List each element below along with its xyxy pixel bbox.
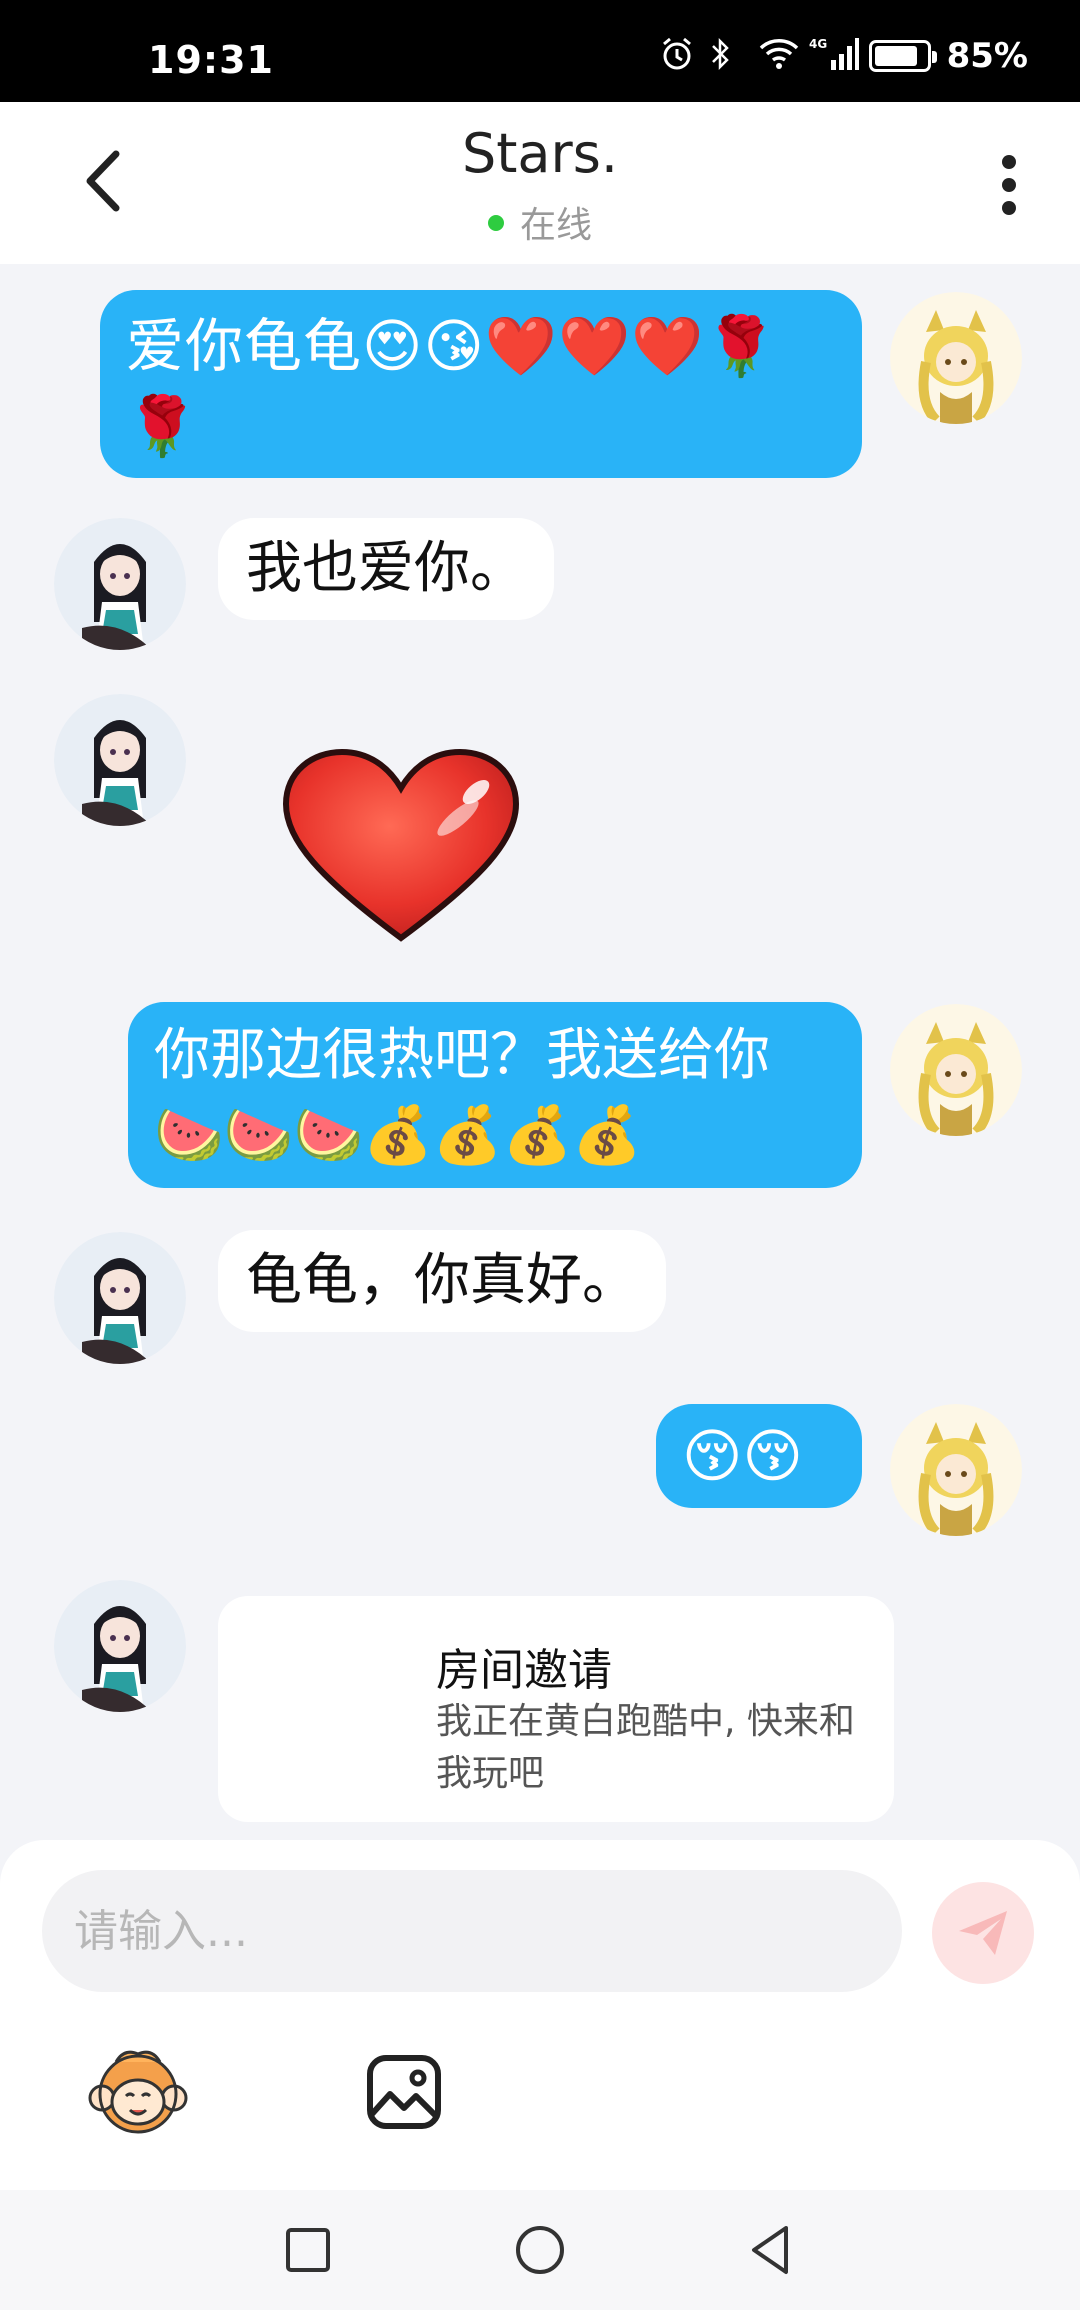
message-bubble-incoming[interactable]: 我也爱你。 xyxy=(218,518,554,620)
status-bar: 19:31 4G 85% xyxy=(0,0,1080,102)
alarm-icon xyxy=(659,36,699,76)
message-text: 龟龟，你真好。 xyxy=(246,1248,638,1313)
circle-icon xyxy=(516,2226,564,2274)
invite-title: 房间邀请 xyxy=(436,1645,612,1696)
invite-description: 我正在黄白跑酷中, 快来和我玩吧 xyxy=(436,1701,855,1794)
room-invite-card[interactable]: 房间邀请 我正在黄白跑酷中, 快来和我玩吧 xyxy=(218,1596,894,1822)
heart-icon xyxy=(282,748,520,942)
heart-sticker[interactable] xyxy=(280,748,522,948)
recents-button[interactable] xyxy=(278,2220,338,2280)
chat-header: Stars. 在线 xyxy=(0,102,1080,264)
image-button[interactable] xyxy=(352,2040,456,2144)
svg-text:4G: 4G xyxy=(809,37,827,51)
contact-avatar[interactable] xyxy=(54,1580,186,1712)
message-composer xyxy=(0,1840,1080,2190)
home-button[interactable] xyxy=(510,2220,570,2280)
battery-icon xyxy=(868,40,937,72)
my-avatar[interactable] xyxy=(890,1004,1022,1136)
status-time: 19:31 xyxy=(148,38,274,82)
message-text: 😚😚 xyxy=(682,1422,803,1490)
my-avatar[interactable] xyxy=(890,292,1022,424)
back-nav-button[interactable] xyxy=(742,2220,802,2280)
message-bubble-outgoing[interactable]: 😚😚 xyxy=(656,1404,862,1508)
monkey-sticker-icon xyxy=(88,2050,188,2134)
chat-title: Stars. xyxy=(461,122,619,185)
contact-avatar[interactable] xyxy=(54,518,186,650)
message-input[interactable] xyxy=(42,1870,902,1992)
wifi-icon xyxy=(759,36,799,76)
square-icon xyxy=(286,2228,330,2272)
message-bubble-incoming[interactable]: 龟龟，你真好。 xyxy=(218,1230,666,1332)
contact-avatar[interactable] xyxy=(54,1232,186,1364)
sticker-button[interactable] xyxy=(86,2040,190,2144)
message-bubble-outgoing[interactable]: 爱你龟龟😍😘❤️❤️❤️🌹🌹 xyxy=(100,290,862,478)
system-nav-bar xyxy=(0,2190,1080,2310)
message-text: 我也爱你。 xyxy=(246,536,526,601)
message-text: 爱你龟龟😍😘❤️❤️❤️🌹🌹 xyxy=(126,312,778,460)
message-bubble-outgoing[interactable]: 你那边很热吧？我送给你🍉🍉🍉💰💰💰💰 xyxy=(128,1002,862,1188)
contact-avatar[interactable] xyxy=(54,694,186,826)
my-avatar[interactable] xyxy=(890,1404,1022,1536)
online-status: 在线 xyxy=(0,196,1080,248)
more-options-button[interactable] xyxy=(994,152,1024,218)
status-icons: 4G 85% xyxy=(659,36,1028,76)
more-vertical-icon xyxy=(1002,155,1016,215)
send-icon xyxy=(959,1911,1007,1955)
signal-icon: 4G xyxy=(809,36,859,76)
triangle-back-icon xyxy=(752,2226,788,2274)
online-label: 在线 xyxy=(519,205,592,246)
message-text: 你那边很热吧？我送给你🍉🍉🍉💰💰💰💰 xyxy=(154,1023,770,1168)
send-button[interactable] xyxy=(932,1882,1034,1984)
bluetooth-icon xyxy=(709,36,749,76)
battery-level: 85% xyxy=(946,36,1028,76)
online-dot-icon xyxy=(487,215,504,231)
image-icon xyxy=(367,2055,441,2129)
